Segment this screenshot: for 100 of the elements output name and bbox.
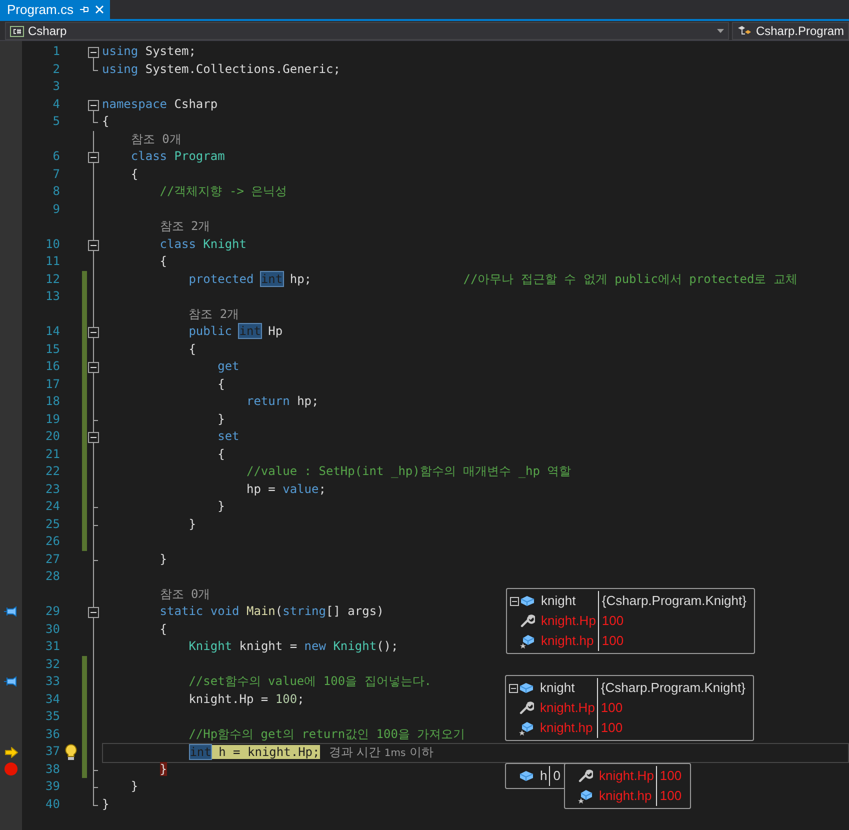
fold-toggle[interactable]: [88, 152, 99, 163]
line-number: 24: [46, 499, 60, 513]
line-number: 25: [46, 516, 60, 530]
code-line: }: [160, 550, 168, 568]
line-number: 34: [46, 692, 60, 706]
code-line: {: [218, 376, 225, 392]
line-number: 36: [46, 726, 60, 740]
code-line: //set함수의 value에 100을 집어넣는다.: [188, 673, 432, 690]
line-number: 13: [46, 289, 60, 303]
breakpoint-icon[interactable]: [4, 762, 18, 776]
code-line: protected int hp; //아무나 접근할 수 없게 public에서 protected로 교체: [188, 270, 798, 288]
code-line: }: [102, 796, 110, 812]
field-icon: [578, 788, 593, 804]
fold-toggle[interactable]: [88, 327, 99, 338]
line-number: 19: [46, 412, 60, 426]
variable-value: {Csharp.Program.Knight}: [600, 592, 748, 610]
fold-toggle[interactable]: [88, 362, 99, 373]
line-number: 26: [46, 534, 60, 548]
line-number: 2: [52, 62, 60, 76]
line-number: 1: [52, 44, 60, 58]
code-line: }: [218, 410, 225, 428]
fold-toggle[interactable]: [88, 432, 99, 443]
wrench-icon: [519, 701, 534, 715]
close-icon[interactable]: [95, 5, 104, 14]
code-line: Knight knight = new Knight();: [188, 638, 398, 655]
code-line: return hp;: [246, 393, 319, 410]
code-line: //객체지향 -> 은닉성: [160, 183, 288, 200]
variable-name: knight.hp: [537, 631, 599, 651]
line-number: 7: [52, 166, 60, 180]
code-line: }: [130, 778, 138, 795]
variable-value: 100: [600, 632, 625, 650]
reference-count-link[interactable]: 참조 2개: [188, 306, 240, 323]
line-number: 32: [46, 656, 60, 670]
code-line: using System;: [102, 43, 196, 60]
reference-count-link[interactable]: 참조 0개: [130, 130, 182, 148]
code-line: {: [218, 446, 225, 462]
wrench-icon: [520, 614, 535, 628]
variable-name: h: [536, 766, 550, 786]
object-icon: [519, 682, 534, 694]
wrench-icon: [578, 769, 593, 783]
object-icon: [519, 770, 534, 782]
pin-icon[interactable]: [79, 5, 90, 14]
fold-toggle[interactable]: [88, 240, 99, 250]
fold-toggle[interactable]: [88, 607, 99, 618]
reference-count-link[interactable]: 참조 0개: [160, 586, 210, 603]
code-line: //Hp함수의 get의 return값인 100을 가져오기: [188, 726, 466, 743]
collapse-toggle[interactable]: [510, 596, 519, 606]
code-line: {: [160, 620, 168, 638]
line-number: 17: [46, 376, 60, 390]
code-line: class Knight: [160, 236, 246, 253]
caret-icon: [716, 29, 724, 33]
variable-value: {Csharp.Program.Knight}: [600, 679, 746, 697]
class-icon: [736, 25, 752, 37]
line-number: 23: [46, 482, 60, 496]
line-number: 28: [46, 569, 60, 583]
line-number: 8: [52, 184, 60, 198]
variable-value: 100: [600, 719, 624, 737]
variable-value: 100: [658, 767, 683, 785]
project-dropdown[interactable]: Csharp: [5, 22, 729, 40]
member-dropdown[interactable]: Csharp.Program: [732, 22, 849, 40]
fold-toggle[interactable]: [88, 47, 99, 58]
line-number: 6: [52, 149, 60, 163]
line-number: 14: [46, 324, 60, 338]
reference-count-link[interactable]: 참조 2개: [160, 218, 210, 236]
code-line: {: [102, 113, 110, 130]
lightbulb-icon[interactable]: [65, 744, 77, 762]
code-line: public int Hp: [188, 323, 283, 340]
variable-name: knight.Hp: [537, 611, 599, 631]
variable-name: knight: [536, 678, 598, 698]
code-line: hp = value;: [246, 480, 326, 498]
variable-value: 100: [658, 787, 683, 805]
code-line: get: [218, 358, 240, 375]
line-number: 30: [46, 622, 60, 636]
collapse-toggle[interactable]: [509, 684, 518, 692]
line-number: 21: [46, 446, 60, 460]
code-line: //value : SetHp(int _hp)함수의 매개변수 _hp 역할: [246, 463, 572, 480]
line-number: 33: [46, 674, 60, 688]
code-line: set: [218, 428, 240, 445]
code-line: }: [188, 516, 196, 532]
code-line: static void Main(string[] args): [160, 603, 384, 620]
line-number: 40: [46, 796, 60, 810]
line-number: 38: [46, 762, 60, 776]
fold-toggle[interactable]: [88, 100, 99, 110]
code-line: int h = knight.Hp;: [190, 744, 320, 761]
code-line: {: [160, 253, 168, 270]
object-icon: [520, 595, 535, 607]
elapsed-time-hint: 경과 시간 1ms 이하: [328, 744, 434, 762]
variable-name: knight.hp: [595, 786, 657, 806]
line-number: 15: [46, 342, 60, 356]
code-line: }: [218, 498, 225, 515]
variable-name: knight.Hp: [536, 698, 598, 718]
line-number: 5: [52, 114, 60, 128]
line-number: 9: [52, 202, 60, 216]
variable-name: knight.hp: [536, 718, 598, 738]
variable-value: 100: [600, 612, 625, 630]
file-tab[interactable]: Program.cs: [0, 0, 110, 19]
code-line: namespace Csharp: [102, 96, 218, 112]
line-number: 18: [46, 394, 60, 408]
code-line: class Program: [130, 148, 225, 165]
line-number: 20: [46, 429, 60, 443]
